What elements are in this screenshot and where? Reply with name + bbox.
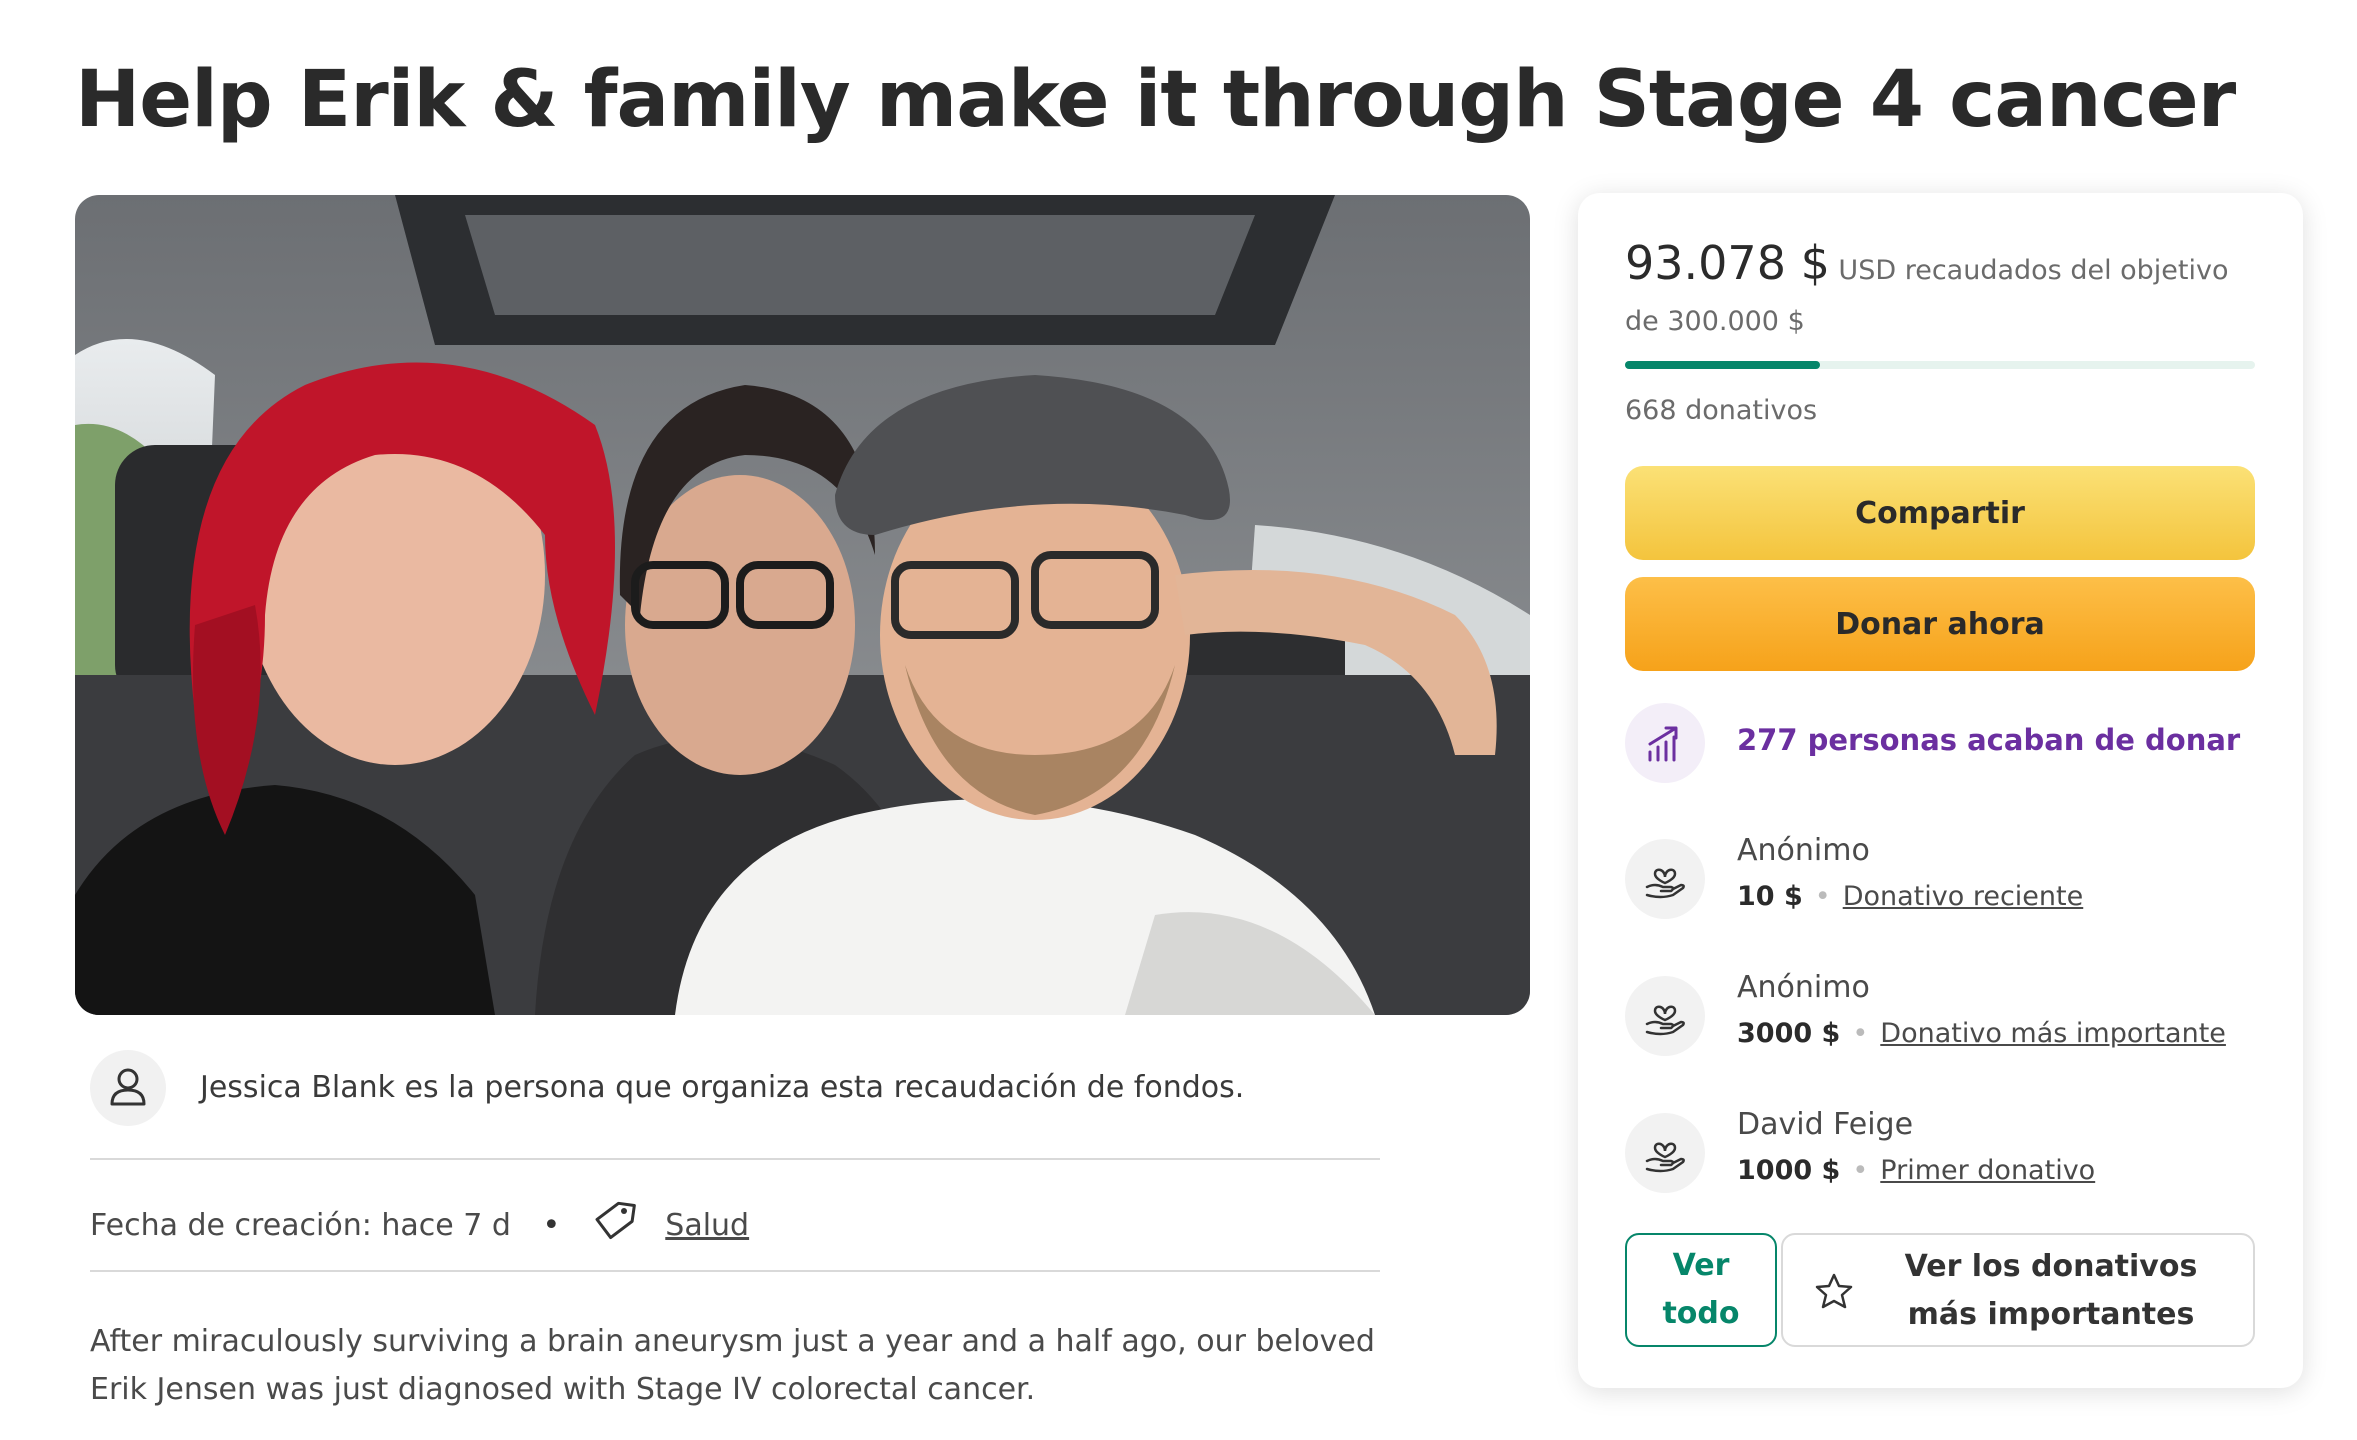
trend-row: 277 personas acaban de donar [1625,703,2255,783]
organizer-row: Jessica Blank es la persona que organiza… [90,1048,1380,1128]
donation-card: 93.078 $ USD recaudados del objetivo de … [1578,193,2303,1388]
separator-dot: • [1852,1155,1869,1186]
user-icon [90,1050,166,1126]
donations-count: 668 donativos [1625,395,1818,426]
category-link[interactable]: Salud [665,1208,749,1243]
donor-badge-link[interactable]: Donativo reciente [1843,881,2084,912]
trend-up-icon [1625,703,1705,783]
donor-detail: 1000 $ • Primer donativo [1737,1155,2095,1186]
page-title: Help Erik & family make it through Stage… [75,55,2236,145]
raised-summary: 93.078 $ USD recaudados del objetivo de … [1625,239,2265,349]
donate-button[interactable]: Donar ahora [1625,577,2255,671]
donor-amount: 10 $ [1737,881,1803,912]
donor-item: Anónimo 3000 $ • Donativo más importante [1625,970,2255,1060]
see-top-donations-button[interactable]: Ver los donativos más importantes [1781,1233,2255,1347]
tag-icon [592,1198,638,1252]
campaign-photo [75,195,1530,1015]
trend-text: 277 personas acaban de donar [1737,723,2241,757]
created-date: Fecha de creación: hace 7 d [90,1207,511,1243]
donor-item: Anónimo 10 $ • Donativo reciente [1625,833,2255,923]
see-all-button[interactable]: Ver todo [1625,1233,1777,1347]
see-all-label: Ver todo [1662,1248,1740,1331]
organizer-text: Jessica Blank es la persona que organiza… [200,1070,1245,1105]
raised-amount: 93.078 $ [1625,236,1830,290]
separator-dot: • [542,1207,561,1243]
story-text: After miraculously surviving a brain ane… [90,1324,1375,1407]
donor-name: Anónimo [1737,970,1870,1005]
separator-dot: • [1814,881,1831,912]
donor-name: Anónimo [1737,833,1870,868]
separator-dot: • [1852,1018,1869,1049]
share-button[interactable]: Compartir [1625,466,2255,560]
donor-amount: 3000 $ [1737,1018,1841,1049]
donor-badge-link[interactable]: Donativo más importante [1880,1018,2226,1049]
donation-hand-icon [1625,839,1705,919]
progress-bar [1625,361,2255,369]
star-icon [1813,1271,1855,1317]
donation-hand-icon [1625,1113,1705,1193]
donor-item: David Feige 1000 $ • Primer donativo [1625,1107,2255,1197]
divider [90,1158,1380,1160]
divider [90,1270,1380,1272]
see-top-label: Ver los donativos más importantes [1904,1249,2198,1332]
donor-detail: 3000 $ • Donativo más importante [1737,1018,2226,1049]
campaign-meta: Fecha de creación: hace 7 d • Salud [90,1198,749,1254]
donor-detail: 10 $ • Donativo reciente [1737,881,2083,912]
donor-amount: 1000 $ [1737,1155,1841,1186]
donation-hand-icon [1625,976,1705,1056]
donor-name: David Feige [1737,1107,1914,1142]
progress-fill [1625,361,1821,369]
donor-badge-link[interactable]: Primer donativo [1880,1155,2095,1186]
